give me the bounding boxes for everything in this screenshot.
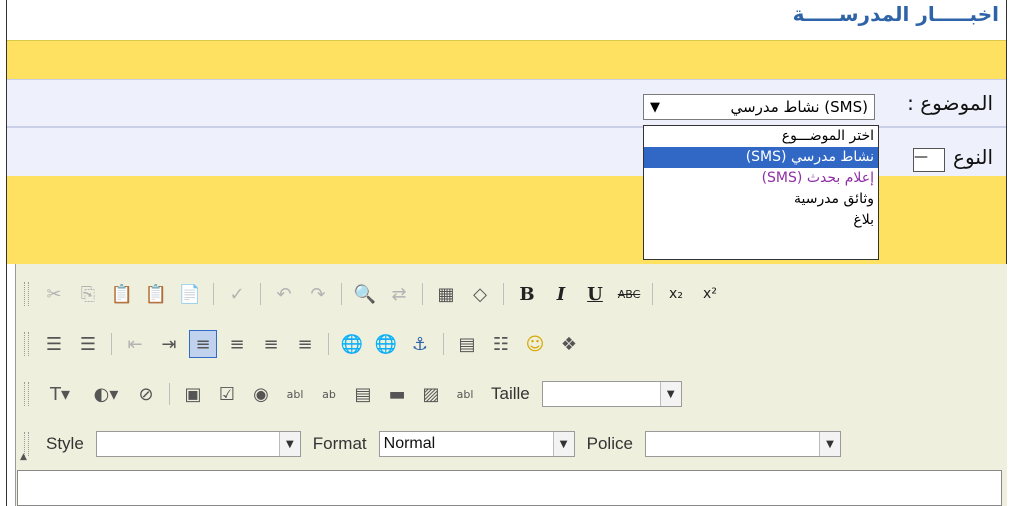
table-icon[interactable]: ▤ xyxy=(453,330,481,358)
dropdown-arrow-icon[interactable]: ▼ xyxy=(552,432,574,456)
copy-icon[interactable]: ⎘ xyxy=(74,280,102,308)
paste-icon[interactable]: 📋 xyxy=(108,280,136,308)
style-combo[interactable]: ▼ xyxy=(95,431,301,457)
font-combo[interactable]: ▼ xyxy=(644,431,841,457)
redo-icon[interactable]: ↷ xyxy=(304,280,332,308)
link-icon[interactable]: 🌐 xyxy=(338,330,366,358)
align-center-icon[interactable]: ≡ xyxy=(223,330,251,358)
textfield-icon[interactable]: abl xyxy=(281,380,309,408)
subject-dropdown-list[interactable]: اختر الموضـــوع نشاط مدرسي (SMS) إعلام ب… xyxy=(643,125,879,260)
textarea-icon[interactable]: ab xyxy=(315,380,343,408)
toolbar-separator xyxy=(111,333,112,355)
toolbar-grip[interactable] xyxy=(24,282,29,306)
bulleted-list-icon[interactable]: ☰ xyxy=(74,330,102,358)
editor-content-area[interactable] xyxy=(17,470,1002,506)
format-label: Format xyxy=(312,434,367,453)
toolbar-row-2: ☰ ☰ ⇤ ⇥ ≡ ≡ ≡ ≡ 🌐 🌐 ⚓ ▤ ☷ ☺ ❖ xyxy=(40,329,583,359)
dropdown-option[interactable]: إعلام بحدث (SMS) xyxy=(644,168,878,189)
subject-label: الموضوع : xyxy=(907,91,993,115)
align-left-icon[interactable]: ≡ xyxy=(189,330,217,358)
paste-word-icon[interactable]: 📄 xyxy=(176,280,204,308)
hidden-field-icon[interactable]: abl xyxy=(451,380,479,408)
toolbar-grip[interactable] xyxy=(24,332,29,356)
replace-icon[interactable]: ⇄ xyxy=(385,280,413,308)
find-icon[interactable]: 🔍 xyxy=(351,280,379,308)
dropdown-arrow-icon[interactable]: ▼ xyxy=(278,432,300,456)
type-select[interactable]: — xyxy=(913,148,945,172)
subject-select-value: نشاط مدرسي (SMS) xyxy=(730,98,868,116)
subject-select[interactable]: ▼ نشاط مدرسي (SMS) xyxy=(643,94,875,120)
dropdown-option[interactable]: وثائق مدرسية xyxy=(644,189,878,210)
page: اخبـــــار المدرســـــة الموضوع : ▼ نشاط… xyxy=(0,0,1011,506)
dropdown-option[interactable]: اختر الموضـــوع xyxy=(644,126,878,147)
horizontal-rule-icon[interactable]: ☷ xyxy=(487,330,515,358)
type-select-value: — xyxy=(914,149,928,165)
indent-icon[interactable]: ⇥ xyxy=(155,330,183,358)
collapse-toolbar-icon[interactable]: ▲ xyxy=(20,452,27,462)
font-label: Police xyxy=(586,434,633,453)
bold-icon[interactable]: B xyxy=(513,280,541,308)
toolbar-separator xyxy=(341,283,342,305)
form-icon[interactable]: ▣ xyxy=(179,380,207,408)
select-field-icon[interactable]: ▤ xyxy=(349,380,377,408)
toolbar-grip[interactable] xyxy=(24,382,29,406)
smiley-icon[interactable]: ☺ xyxy=(521,330,549,358)
checkbox-icon[interactable]: ☑ xyxy=(213,380,241,408)
underline-icon[interactable]: U xyxy=(581,280,609,308)
spellcheck-icon[interactable]: ✓ xyxy=(223,280,251,308)
toolbar-separator xyxy=(169,383,170,405)
paste-text-icon[interactable]: 📋 xyxy=(142,280,170,308)
special-char-icon[interactable]: ❖ xyxy=(555,330,583,358)
size-label: Taille xyxy=(491,384,530,403)
page-title: اخبـــــار المدرســـــة xyxy=(792,2,999,26)
image-button-icon[interactable]: ▨ xyxy=(417,380,445,408)
select-all-icon[interactable]: ▦ xyxy=(432,280,460,308)
align-right-icon[interactable]: ≡ xyxy=(257,330,285,358)
subscript-icon[interactable]: x₂ xyxy=(662,280,690,308)
toolbar-separator xyxy=(503,283,504,305)
strikethrough-icon[interactable]: ABC xyxy=(615,280,643,308)
radio-icon[interactable]: ◉ xyxy=(247,380,275,408)
size-combo[interactable]: ▼ xyxy=(541,381,682,407)
justify-icon[interactable]: ≡ xyxy=(291,330,319,358)
dropdown-arrow-icon[interactable]: ▼ xyxy=(659,382,681,406)
flash-icon[interactable]: ⊘ xyxy=(132,380,160,408)
toolbar-separator xyxy=(328,333,329,355)
format-combo-value: Normal xyxy=(383,435,436,452)
toolbar-separator xyxy=(422,283,423,305)
background-color-icon[interactable]: ◐▾ xyxy=(86,380,126,408)
toolbar-separator xyxy=(260,283,261,305)
dropdown-option[interactable]: بلاغ xyxy=(644,210,878,231)
toolbar-row-3: T▾ ◐▾ ⊘ ▣ ☑ ◉ abl ab ▤ ▬ ▨ abl Taille ▼ xyxy=(40,379,682,409)
toolbar-separator xyxy=(213,283,214,305)
undo-icon[interactable]: ↶ xyxy=(270,280,298,308)
outdent-icon[interactable]: ⇤ xyxy=(121,330,149,358)
format-combo[interactable]: Normal ▼ xyxy=(378,431,575,457)
remove-format-icon[interactable]: ◇ xyxy=(466,280,494,308)
style-label: Style xyxy=(46,434,84,453)
superscript-icon[interactable]: x² xyxy=(696,280,724,308)
dropdown-option-selected[interactable]: نشاط مدرسي (SMS) xyxy=(644,147,878,168)
spacer-band xyxy=(7,41,1006,79)
unlink-icon[interactable]: 🌐 xyxy=(372,330,400,358)
toolbar-separator xyxy=(652,283,653,305)
button-field-icon[interactable]: ▬ xyxy=(383,380,411,408)
numbered-list-icon[interactable]: ☰ xyxy=(40,330,68,358)
dropdown-arrow-icon[interactable]: ▼ xyxy=(818,432,840,456)
toolbar-row-4: Style ▼ Format Normal ▼ Police ▼ xyxy=(40,429,841,459)
text-color-icon[interactable]: T▾ xyxy=(40,380,80,408)
toolbar-row-1: ✂ ⎘ 📋 📋 📄 ✓ ↶ ↷ 🔍 ⇄ ▦ ◇ B I U ABC x₂ x² xyxy=(40,279,724,309)
italic-icon[interactable]: I xyxy=(547,280,575,308)
anchor-icon[interactable]: ⚓ xyxy=(406,330,434,358)
type-label: النوع : xyxy=(939,145,993,169)
dropdown-arrow-icon[interactable]: ▼ xyxy=(650,100,660,115)
toolbar-separator xyxy=(443,333,444,355)
cut-icon[interactable]: ✂ xyxy=(40,280,68,308)
